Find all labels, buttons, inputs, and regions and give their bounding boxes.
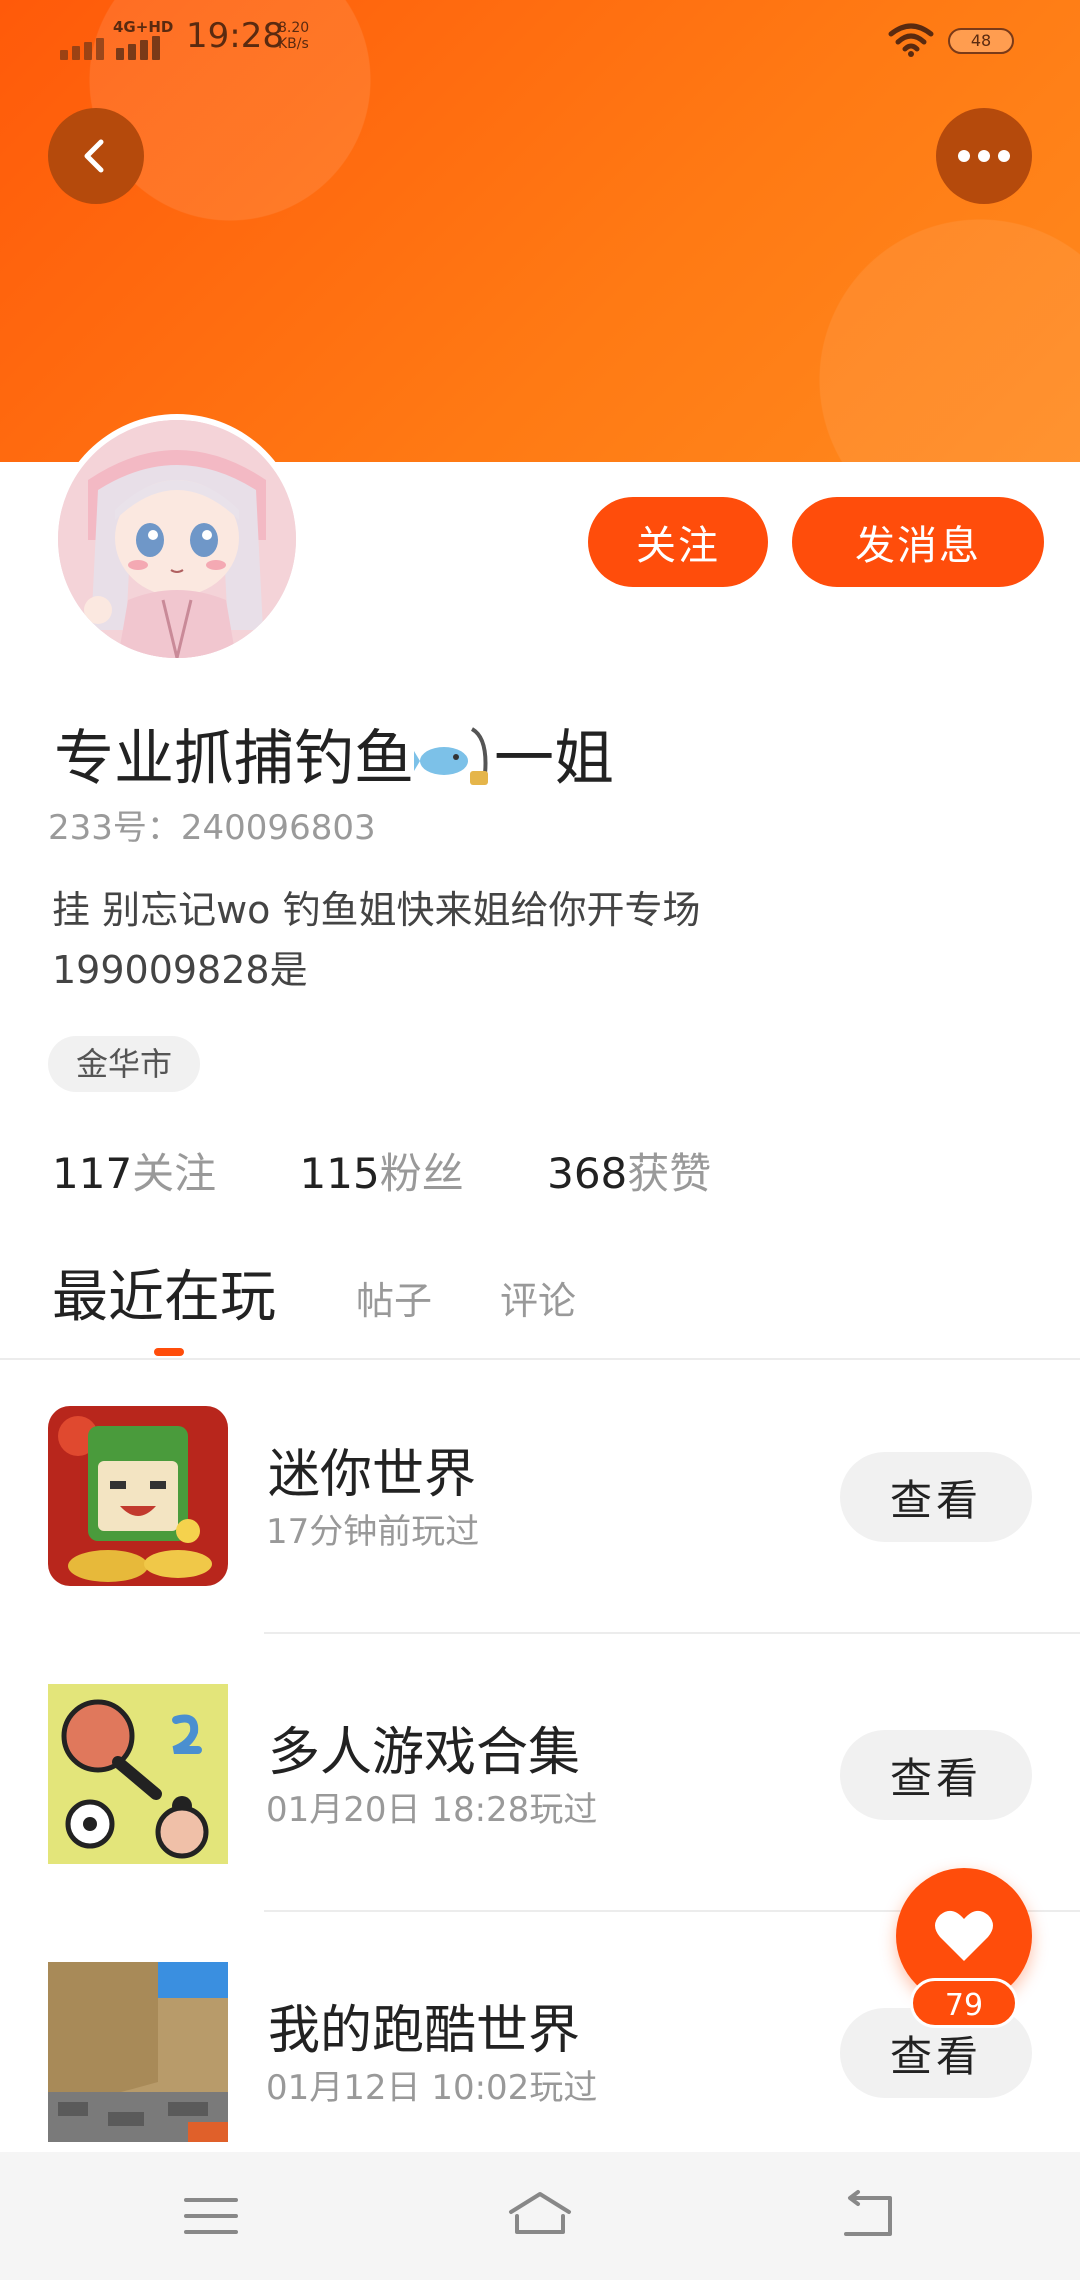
fishing-rod-emoji [414, 727, 488, 785]
list-divider [264, 1632, 1080, 1634]
game-played-time: 01月12日 10:02玩过 [266, 2068, 598, 2108]
bio-line-2: 199009828是 [52, 948, 308, 992]
chevron-left-icon [84, 139, 104, 173]
profile-header-banner: 4G+HD 19:28 8.20 KB/s 48 [0, 0, 1080, 462]
user-id-label: 233号： [48, 808, 181, 848]
stat-label: 粉丝 [379, 1149, 464, 1198]
tab-posts[interactable]: 帖子 [356, 1270, 432, 1325]
stat-likes[interactable]: 368获赞 [547, 1149, 711, 1198]
game-title: 我的跑酷世界 [268, 2001, 581, 2061]
back-arrow-icon[interactable] [834, 2188, 904, 2244]
anime-girl-avatar [58, 420, 296, 658]
tab-recently-played[interactable]: 最近在玩 [52, 1252, 276, 1333]
stat-number: 117 [52, 1149, 133, 1198]
stat-number: 115 [299, 1149, 380, 1198]
home-icon[interactable] [505, 2188, 575, 2244]
profile-name: 专业抓捕钓鱼 一姐 [54, 710, 614, 797]
stat-followers[interactable]: 115粉丝 [300, 1149, 464, 1198]
status-bar: 4G+HD 19:28 8.20 KB/s 48 [0, 0, 1080, 80]
location-tag: 金华市 [48, 1036, 201, 1092]
stat-following[interactable]: 117关注 [52, 1149, 216, 1198]
user-id: 233号：240096803 [48, 800, 376, 849]
bio-line-1: 挂 别忘记wo 钓鱼姐快来姐给你开专场 [52, 888, 701, 932]
user-id-value: 240096803 [180, 808, 376, 848]
tab-comments[interactable]: 评论 [500, 1270, 576, 1325]
mini-world-icon [48, 1406, 228, 1586]
avatar[interactable] [52, 414, 302, 664]
like-count-badge: 79 [910, 1978, 1018, 2028]
view-game-button[interactable]: 查看 [840, 1452, 1032, 1542]
game-title: 迷你世界 [268, 1445, 477, 1505]
more-dots-icon [958, 150, 1010, 162]
multiplayer-games-icon [48, 1684, 228, 1864]
stat-number: 368 [547, 1149, 628, 1198]
back-button[interactable] [48, 108, 144, 204]
stat-label: 获赞 [627, 1149, 712, 1198]
stat-label: 关注 [132, 1149, 217, 1198]
menu-icon[interactable] [176, 2188, 246, 2244]
speed-value: 8.20 [278, 20, 310, 36]
speed-unit: KB/s [278, 36, 309, 52]
wifi-icon [888, 23, 934, 57]
tab-indicator [154, 1348, 184, 1356]
game-played-time: 17分钟前玩过 [266, 1512, 480, 1552]
heart-icon [935, 1910, 993, 1961]
system-navigation-bar [0, 2152, 1080, 2280]
game-played-time: 01月20日 18:28玩过 [266, 1790, 598, 1830]
profile-name-text: 专业抓捕钓鱼 [54, 724, 414, 794]
network-speed: 8.20 KB/s [278, 20, 309, 52]
profile-name-suffix: 一姐 [494, 724, 614, 794]
clock: 19:28 [186, 16, 284, 56]
follow-button[interactable]: 关注 [588, 497, 768, 587]
send-message-button[interactable]: 发消息 [792, 497, 1044, 587]
profile-bio: 挂 别忘记wo 钓鱼姐快来姐给你开专场 199009828是 [52, 880, 932, 1000]
game-list-item[interactable]: 迷你世界 17分钟前玩过 查看 [0, 1376, 1080, 1654]
profile-stats: 117关注 115粉丝 368获赞 [52, 1140, 781, 1201]
network-type: 4G+HD [113, 18, 174, 36]
game-title: 多人游戏合集 [268, 1723, 581, 1783]
view-game-button[interactable]: 查看 [840, 1730, 1032, 1820]
battery-indicator: 48 [948, 28, 1014, 54]
parkour-world-icon [48, 1962, 228, 2142]
profile-tabs: 最近在玩 帖子 评论 [0, 1240, 1080, 1360]
more-button[interactable] [936, 108, 1032, 204]
